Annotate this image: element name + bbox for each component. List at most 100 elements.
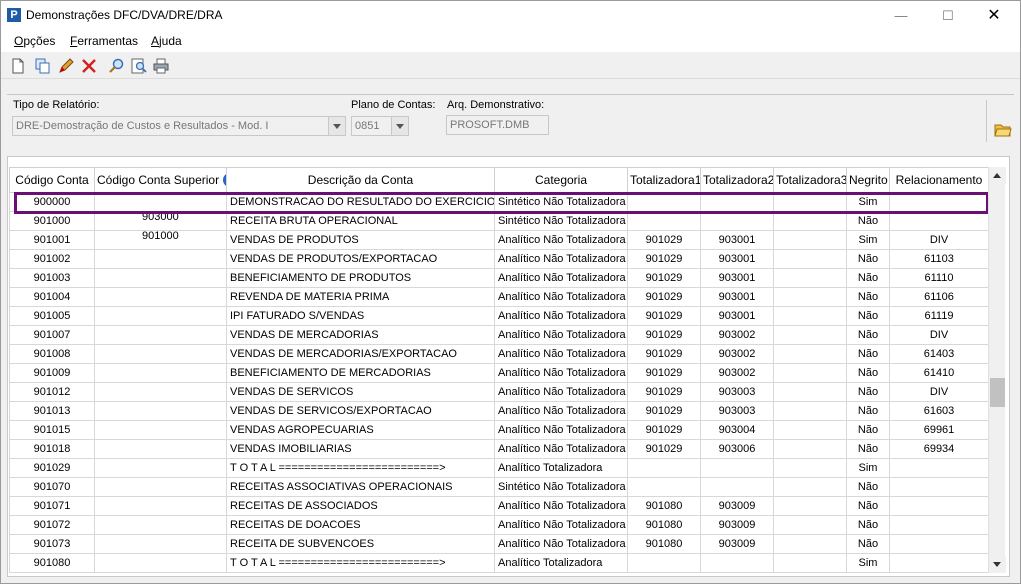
cell-negrito[interactable]: Não: [846, 420, 890, 440]
cell-totalizadora1[interactable]: 901029: [627, 268, 701, 288]
scroll-up-icon[interactable]: [989, 167, 1006, 184]
cell-descricao-conta[interactable]: VENDAS DE MERCADORIAS: [226, 325, 495, 345]
cell-categoria[interactable]: Analítico Não Totalizadora: [494, 306, 628, 326]
cell-totalizadora3[interactable]: [773, 363, 847, 383]
cell-totalizadora1[interactable]: 901029: [627, 287, 701, 307]
cell-categoria[interactable]: Analítico Não Totalizadora: [494, 496, 628, 516]
cell-descricao-conta[interactable]: VENDAS AGROPECUARIAS: [226, 420, 495, 440]
cell-categoria[interactable]: Analítico Não Totalizadora: [494, 249, 628, 269]
cell-codigo-conta-superior[interactable]: [94, 249, 227, 269]
table-row[interactable]: 901007 VENDAS DE MERCADORIAS Analítico Não…: [9, 325, 989, 345]
cell-totalizadora1[interactable]: 901080: [627, 496, 701, 516]
cell-descricao-conta[interactable]: T O T A L =========================>: [226, 458, 495, 478]
cell-totalizadora2[interactable]: 903004: [700, 420, 774, 440]
table-row[interactable]: 901070 RECEITAS ASSOCIATIVAS OPERACIONAIS…: [9, 477, 989, 497]
table-row[interactable]: 901012 VENDAS DE SERVICOS Analítico Não To…: [9, 382, 989, 402]
header-totalizadora1[interactable]: Totalizadora1: [627, 167, 701, 193]
cell-relacionamento[interactable]: [889, 458, 989, 478]
maximize-button[interactable]: ☐: [925, 1, 971, 30]
info-icon[interactable]: i: [223, 173, 226, 188]
cell-categoria[interactable]: Analítico Não Totalizadora: [494, 325, 628, 345]
cell-totalizadora2[interactable]: [700, 553, 774, 573]
cell-relacionamento[interactable]: DIV: [889, 382, 989, 402]
menu-opcoes[interactable]: Opções: [14, 34, 55, 48]
cell-categoria[interactable]: Analítico Não Totalizadora: [494, 439, 628, 459]
cell-descricao-conta[interactable]: RECEITAS DE DOACOES: [226, 515, 495, 535]
cell-descricao-conta[interactable]: REVENDA DE MATERIA PRIMA: [226, 287, 495, 307]
cell-totalizadora1[interactable]: 901029: [627, 249, 701, 269]
cell-totalizadora2[interactable]: 903001: [700, 230, 774, 250]
cell-negrito[interactable]: Não: [846, 515, 890, 535]
cell-totalizadora2[interactable]: 903006: [700, 439, 774, 459]
cell-descricao-conta[interactable]: BENEFICIAMENTO DE MERCADORIAS: [226, 363, 495, 383]
cell-categoria[interactable]: Analítico Não Totalizadora: [494, 420, 628, 440]
scroll-thumb[interactable]: [990, 378, 1005, 407]
cell-codigo-conta-superior[interactable]: [94, 325, 227, 345]
cell-codigo-conta[interactable]: 901071: [9, 496, 95, 516]
cell-relacionamento[interactable]: 61410: [889, 363, 989, 383]
new-doc-icon[interactable]: [9, 57, 27, 75]
table-row[interactable]: 901073 RECEITA DE SUBVENCOES Analítico Não…: [9, 534, 989, 554]
cell-descricao-conta[interactable]: IPI FATURADO S/VENDAS: [226, 306, 495, 326]
cell-totalizadora1[interactable]: 901029: [627, 401, 701, 421]
cell-totalizadora1[interactable]: 901080: [627, 515, 701, 535]
cell-relacionamento[interactable]: [889, 553, 989, 573]
cell-totalizadora1[interactable]: 901029: [627, 363, 701, 383]
cell-relacionamento[interactable]: [889, 192, 989, 212]
tipo-relatorio-select[interactable]: DRE-Demostração de Custos e Resultados -…: [12, 116, 346, 136]
table-row[interactable]: 901015 VENDAS AGROPECUARIAS Analítico Não …: [9, 420, 989, 440]
cell-codigo-conta-superior[interactable]: [94, 439, 227, 459]
cell-totalizadora2[interactable]: 903001: [700, 249, 774, 269]
cell-codigo-conta-superior[interactable]: [94, 287, 227, 307]
cell-descricao-conta[interactable]: DEMONSTRACAO DO RESULTADO DO EXERCICIO: [226, 192, 495, 212]
cell-descricao-conta[interactable]: VENDAS DE SERVICOS: [226, 382, 495, 402]
cell-totalizadora3[interactable]: [773, 439, 847, 459]
cell-negrito[interactable]: Não: [846, 268, 890, 288]
cell-totalizadora3[interactable]: [773, 553, 847, 573]
header-totalizadora2[interactable]: Totalizadora2: [700, 167, 774, 193]
cell-negrito[interactable]: Não: [846, 534, 890, 554]
cell-descricao-conta[interactable]: RECEITAS ASSOCIATIVAS OPERACIONAIS: [226, 477, 495, 497]
cell-codigo-conta[interactable]: 901008: [9, 344, 95, 364]
cell-totalizadora3[interactable]: [773, 287, 847, 307]
edit-pencil-icon[interactable]: [57, 57, 75, 75]
cell-negrito[interactable]: Não: [846, 211, 890, 231]
cell-totalizadora3[interactable]: [773, 325, 847, 345]
cell-totalizadora2[interactable]: 903009: [700, 534, 774, 554]
cell-codigo-conta[interactable]: 901009: [9, 363, 95, 383]
cell-negrito[interactable]: Não: [846, 496, 890, 516]
cell-descricao-conta[interactable]: T O T A L =========================>: [226, 553, 495, 573]
cell-categoria[interactable]: Analítico Não Totalizadora: [494, 230, 628, 250]
plano-contas-select[interactable]: 0851: [351, 116, 409, 136]
cell-codigo-conta[interactable]: 901018: [9, 439, 95, 459]
cell-descricao-conta[interactable]: BENEFICIAMENTO DE PRODUTOS: [226, 268, 495, 288]
cell-descricao-conta[interactable]: RECEITA BRUTA OPERACIONAL: [226, 211, 495, 231]
cell-totalizadora1[interactable]: 901029: [627, 382, 701, 402]
search-icon[interactable]: [108, 57, 126, 75]
header-categoria[interactable]: Categoria: [494, 167, 628, 193]
cell-totalizadora2[interactable]: [700, 477, 774, 497]
cell-totalizadora2[interactable]: 903009: [700, 515, 774, 535]
cell-categoria[interactable]: Analítico Não Totalizadora: [494, 534, 628, 554]
cell-codigo-conta[interactable]: 901004: [9, 287, 95, 307]
cell-categoria[interactable]: Analítico Totalizadora: [494, 458, 628, 478]
open-folder-button[interactable]: [986, 100, 1014, 142]
cell-codigo-conta[interactable]: 901073: [9, 534, 95, 554]
cell-codigo-conta[interactable]: 900000: [9, 192, 95, 212]
cell-codigo-conta[interactable]: 901029: [9, 458, 95, 478]
cell-codigo-conta[interactable]: 901013: [9, 401, 95, 421]
cell-totalizadora2[interactable]: 903001: [700, 306, 774, 326]
cell-totalizadora1[interactable]: 901029: [627, 306, 701, 326]
cell-totalizadora1[interactable]: [627, 553, 701, 573]
cell-totalizadora3[interactable]: [773, 534, 847, 554]
cell-codigo-conta[interactable]: 901012: [9, 382, 95, 402]
cell-codigo-conta-superior[interactable]: [94, 401, 227, 421]
cell-totalizadora1[interactable]: 901029: [627, 420, 701, 440]
cell-descricao-conta[interactable]: VENDAS DE SERVICOS/EXPORTACAO: [226, 401, 495, 421]
cell-totalizadora3[interactable]: [773, 401, 847, 421]
cell-totalizadora3[interactable]: [773, 306, 847, 326]
cell-totalizadora1[interactable]: 901029: [627, 325, 701, 345]
cell-totalizadora2[interactable]: 903002: [700, 363, 774, 383]
cell-categoria[interactable]: Analítico Não Totalizadora: [494, 382, 628, 402]
cell-totalizadora1[interactable]: [627, 211, 701, 231]
